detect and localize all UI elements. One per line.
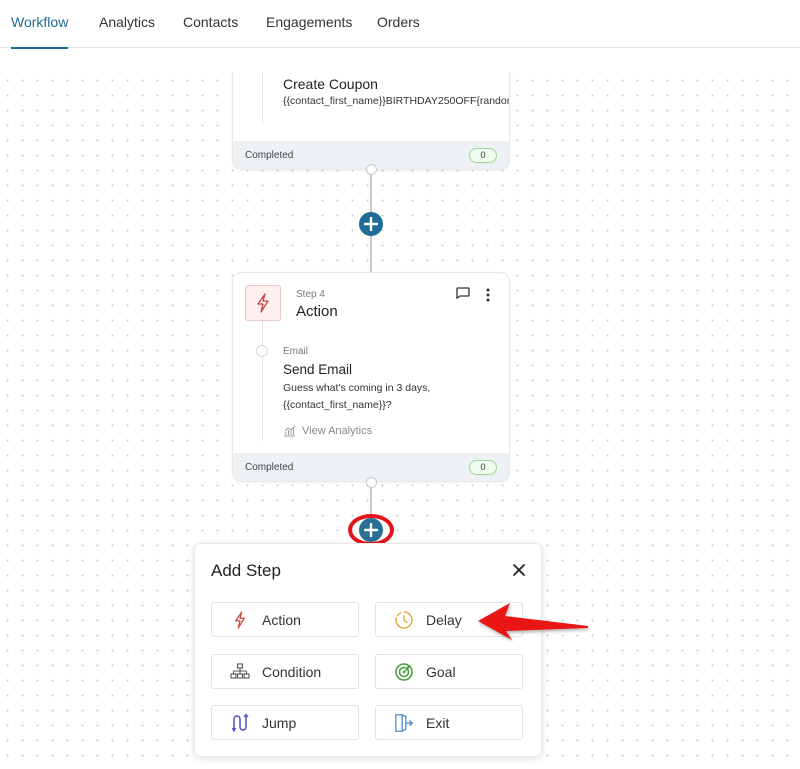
count-badge: 0 (469, 148, 497, 163)
coupon-title: Create Coupon (283, 76, 378, 92)
view-analytics-label: View Analytics (302, 425, 373, 437)
annotation-arrow-icon (478, 603, 588, 640)
add-exit-option[interactable]: Exit (375, 705, 523, 740)
canvas-top-mask (0, 49, 800, 72)
add-step-popup: Add Step Action Delay Condition Goal Jum… (194, 543, 542, 757)
chart-icon (284, 425, 296, 437)
count-badge: 0 (469, 460, 497, 475)
lightning-icon (235, 611, 245, 628)
add-jump-option[interactable]: Jump (211, 705, 359, 740)
card-timeline-line (262, 321, 263, 441)
option-label: Action (262, 611, 301, 628)
plus-icon (364, 217, 378, 231)
option-label: Goal (426, 663, 456, 680)
exit-door-icon (395, 713, 414, 732)
output-port[interactable] (366, 477, 377, 488)
sub-step-dot (256, 345, 268, 357)
target-icon (395, 662, 413, 681)
step-type: Action (296, 303, 338, 320)
sub-step-category: Email (283, 346, 309, 357)
sub-step-title: Send Email (283, 362, 353, 377)
tab-workflow[interactable]: Workflow (11, 14, 69, 49)
more-options-icon[interactable] (486, 288, 490, 302)
option-label: Jump (262, 714, 297, 731)
close-icon[interactable] (511, 562, 527, 578)
jump-icon (231, 712, 249, 732)
coupon-description: {{contact_first_name}}BIRTHDAY250OFF{ran… (283, 95, 509, 107)
option-label: Delay (426, 611, 462, 628)
option-label: Exit (426, 714, 450, 731)
output-port[interactable] (366, 164, 377, 175)
add-condition-option[interactable]: Condition (211, 654, 359, 689)
tab-engagements[interactable]: Engagements (266, 14, 352, 48)
lightning-icon (257, 293, 269, 313)
add-step-button-active[interactable] (359, 518, 383, 542)
step-4-action-card[interactable]: Step 4 Action Email Send Email Guess wha… (232, 272, 510, 482)
tab-bar: Workflow Analytics Contacts Engagements … (0, 0, 800, 49)
comment-icon[interactable] (455, 287, 470, 299)
add-action-option[interactable]: Action (211, 602, 359, 637)
plus-icon (364, 523, 378, 537)
status-label: Completed (245, 149, 294, 161)
popup-title: Add Step (211, 561, 281, 580)
tab-orders[interactable]: Orders (377, 14, 420, 48)
email-subject: Guess what's coming in 3 days, {{contact… (283, 382, 431, 411)
add-goal-option[interactable]: Goal (375, 654, 523, 689)
tab-contacts[interactable]: Contacts (183, 14, 238, 48)
status-label: Completed (245, 461, 294, 473)
option-label: Condition (262, 663, 322, 680)
action-type-icon-box (245, 285, 281, 321)
clock-icon (395, 610, 413, 629)
step-number: Step 4 (296, 289, 325, 300)
view-analytics-link[interactable]: View Analytics (283, 425, 372, 437)
hierarchy-icon (230, 662, 250, 679)
tab-analytics[interactable]: Analytics (99, 14, 155, 48)
add-step-button[interactable] (359, 212, 383, 236)
